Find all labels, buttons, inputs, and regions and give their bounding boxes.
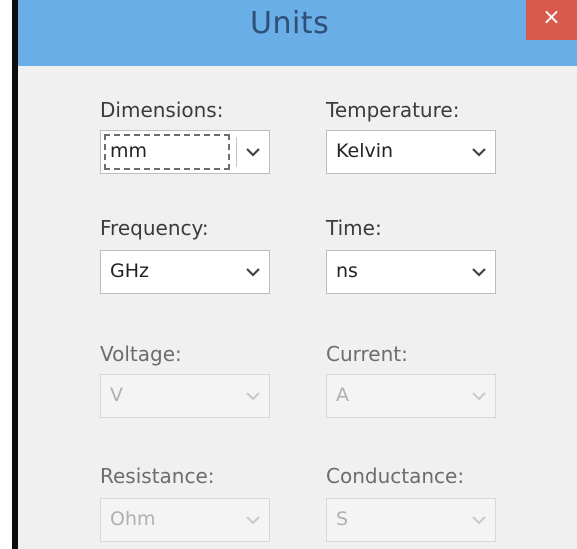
conductance-select[interactable]: S bbox=[326, 498, 496, 542]
dropdown-separator bbox=[236, 137, 237, 167]
chevron-down-icon bbox=[245, 390, 261, 402]
conductance-value: S bbox=[336, 508, 349, 530]
voltage-select[interactable]: V bbox=[100, 374, 270, 418]
current-select[interactable]: A bbox=[326, 374, 496, 418]
units-form: Dimensions: mm Temperature: Kelvin Frequ… bbox=[18, 66, 577, 549]
chevron-down-icon bbox=[245, 514, 261, 526]
temperature-value: Kelvin bbox=[336, 140, 394, 162]
resistance-value: Ohm bbox=[110, 508, 156, 530]
dimensions-label: Dimensions: bbox=[100, 98, 224, 122]
temperature-label: Temperature: bbox=[326, 98, 460, 122]
chevron-down-icon[interactable] bbox=[245, 146, 261, 158]
current-value: A bbox=[336, 384, 349, 406]
dimensions-select[interactable]: mm bbox=[100, 130, 270, 174]
chevron-down-icon[interactable] bbox=[471, 266, 487, 278]
chevron-down-icon[interactable] bbox=[245, 266, 261, 278]
voltage-label: Voltage: bbox=[100, 342, 182, 366]
time-select[interactable]: ns bbox=[326, 250, 496, 294]
chevron-down-icon bbox=[471, 514, 487, 526]
current-label: Current: bbox=[326, 342, 408, 366]
frequency-label: Frequency: bbox=[100, 216, 209, 240]
dimensions-value: mm bbox=[110, 140, 148, 162]
units-dialog: Units × Dimensions: mm Temperature: Kelv… bbox=[18, 0, 577, 549]
title-bar[interactable]: Units × bbox=[18, 0, 577, 66]
time-label: Time: bbox=[326, 216, 382, 240]
resistance-label: Resistance: bbox=[100, 464, 215, 488]
frequency-select[interactable]: GHz bbox=[100, 250, 270, 294]
chevron-down-icon[interactable] bbox=[471, 146, 487, 158]
close-icon: × bbox=[542, 5, 561, 30]
time-value: ns bbox=[336, 260, 358, 282]
resistance-select[interactable]: Ohm bbox=[100, 498, 270, 542]
close-button[interactable]: × bbox=[526, 0, 577, 40]
temperature-select[interactable]: Kelvin bbox=[326, 130, 496, 174]
conductance-label: Conductance: bbox=[326, 464, 465, 488]
chevron-down-icon bbox=[471, 390, 487, 402]
frequency-value: GHz bbox=[110, 260, 149, 282]
background-edge bbox=[0, 0, 12, 549]
dialog-title: Units bbox=[250, 6, 330, 41]
voltage-value: V bbox=[110, 384, 123, 406]
